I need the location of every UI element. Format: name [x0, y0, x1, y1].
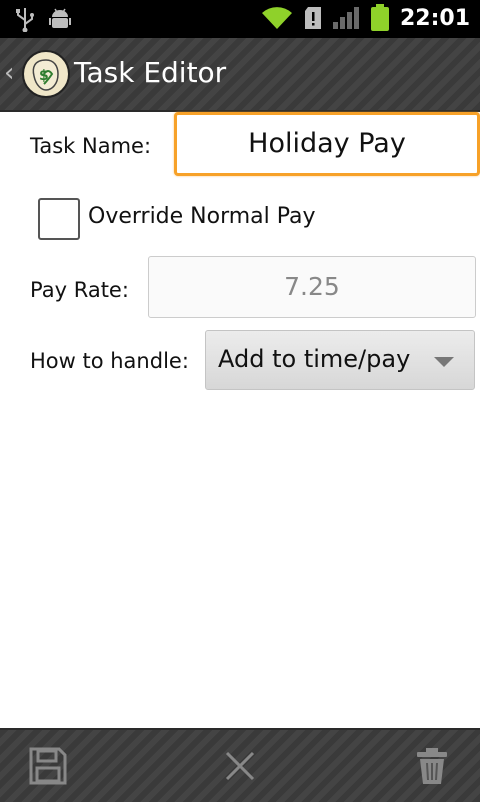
task-name-label: Task Name: — [30, 134, 152, 158]
status-bar: 22:01 — [0, 0, 480, 38]
back-chevron-icon[interactable]: ‹ — [4, 58, 14, 88]
wifi-icon — [261, 7, 292, 29]
handle-label: How to handle: — [30, 349, 189, 373]
usb-icon — [16, 8, 34, 32]
status-right-icons: 22:01 — [260, 4, 470, 32]
sd-card-icon — [304, 7, 321, 29]
app-logo-icon[interactable]: $ — [22, 50, 70, 98]
pay-rate-input[interactable]: 7.25 — [148, 256, 476, 318]
signal-icon — [332, 7, 359, 29]
bottom-action-bar — [0, 728, 480, 802]
override-pay-checkbox[interactable] — [38, 198, 80, 240]
task-name-input[interactable]: Holiday Pay — [174, 112, 480, 176]
android-debug-icon — [49, 8, 71, 28]
battery-icon — [370, 4, 389, 31]
status-time: 22:01 — [399, 5, 470, 31]
override-pay-label[interactable]: Override Normal Pay — [88, 204, 316, 229]
dropdown-arrow-icon — [434, 357, 454, 367]
delete-icon[interactable] — [412, 746, 452, 786]
pay-rate-label: Pay Rate: — [30, 278, 129, 302]
screen-title: Task Editor — [74, 56, 227, 89]
cancel-icon[interactable] — [220, 746, 260, 786]
status-left-icons — [14, 6, 72, 32]
handle-dropdown-value: Add to time/pay — [218, 345, 411, 373]
action-bar: ‹ $ Task Editor — [0, 38, 480, 112]
handle-dropdown[interactable]: Add to time/pay — [205, 330, 475, 390]
save-icon[interactable] — [28, 746, 68, 786]
